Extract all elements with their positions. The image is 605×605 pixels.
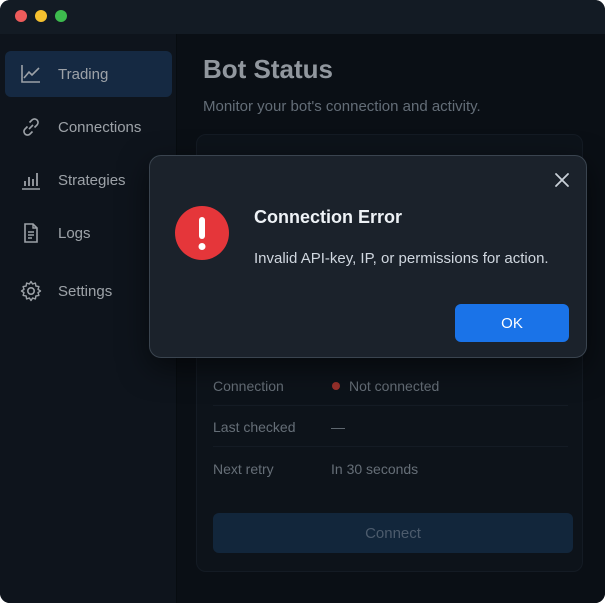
app-window: Trading Connections Strategies Logs Sett… — [0, 0, 605, 603]
error-icon — [175, 206, 229, 260]
ok-button[interactable]: OK — [455, 304, 569, 342]
dialog-message: Invalid API-key, IP, or permissions for … — [254, 250, 549, 267]
close-window-button[interactable] — [15, 10, 27, 22]
title-bar — [0, 0, 605, 34]
minimize-window-button[interactable] — [35, 10, 47, 22]
connection-error-dialog: Connection Error Invalid API-key, IP, or… — [149, 155, 587, 358]
maximize-window-button[interactable] — [55, 10, 67, 22]
close-icon[interactable] — [552, 170, 572, 190]
dialog-title: Connection Error — [254, 207, 403, 227]
